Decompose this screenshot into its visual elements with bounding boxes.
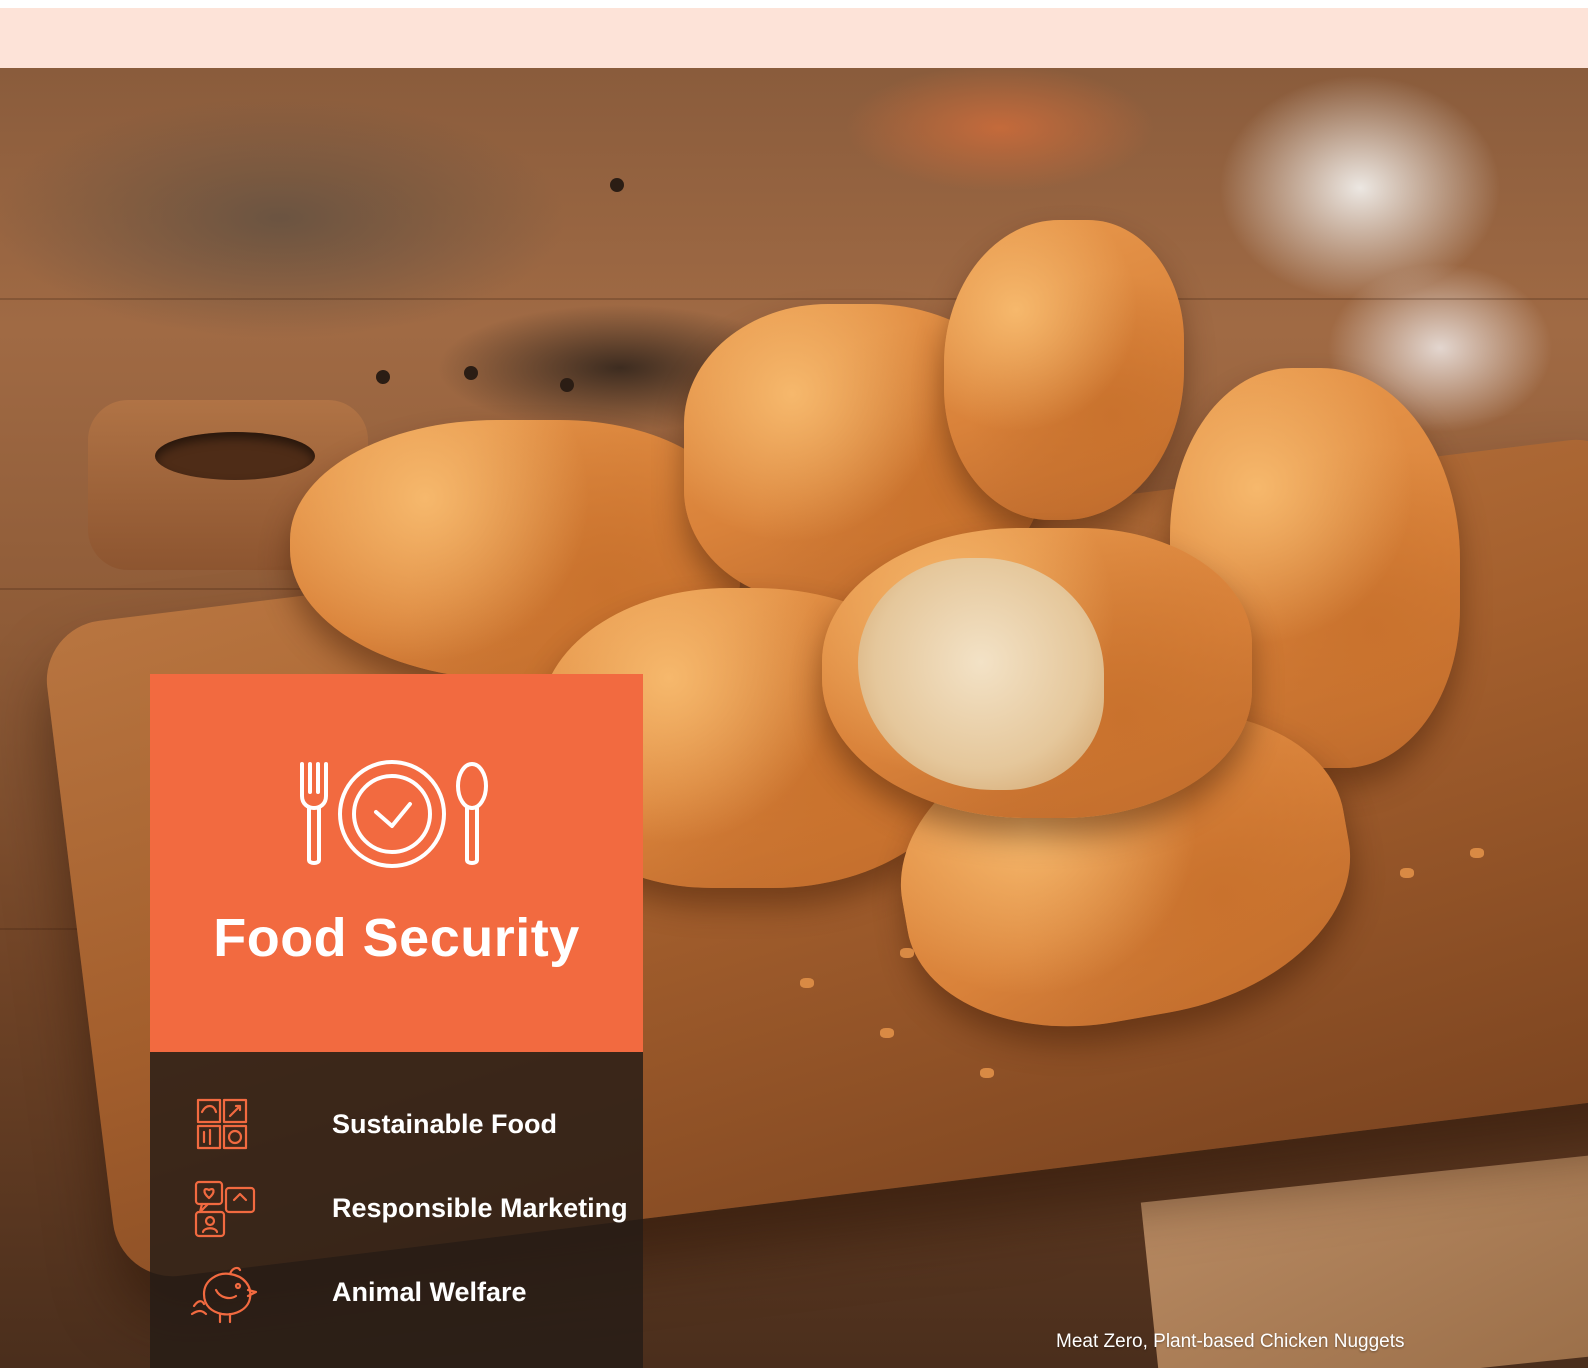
cutting-board-hole: [155, 432, 315, 480]
wood-plank-line: [0, 298, 1588, 300]
topic-label: Animal Welfare: [332, 1277, 527, 1307]
animal-welfare-icon: [190, 1266, 258, 1324]
topic-item-animal-welfare[interactable]: Animal Welfare: [190, 1260, 630, 1330]
peppercorn: [610, 178, 624, 192]
topic-list: Sustainable Food Responsible Marketing A…: [150, 1052, 643, 1368]
topic-label: Responsible Marketing: [332, 1193, 628, 1223]
peppercorn: [376, 370, 390, 384]
peppercorn: [464, 366, 478, 380]
responsible-marketing-icon: [194, 1180, 256, 1238]
crumb: [800, 978, 814, 988]
crumb: [880, 1028, 894, 1038]
header-band: [0, 8, 1588, 68]
crumb: [900, 948, 914, 958]
panel-title: Food Security: [213, 908, 580, 968]
topic-label: Sustainable Food: [332, 1109, 558, 1139]
panel-header: Food Security: [150, 674, 643, 1052]
topic-item-sustainable-food[interactable]: Sustainable Food: [190, 1092, 630, 1162]
topic-item-responsible-marketing[interactable]: Responsible Marketing: [190, 1176, 630, 1246]
fork-plate-spoon-icon: [300, 760, 488, 868]
crumb: [980, 1068, 994, 1078]
crumb: [1470, 848, 1484, 858]
photo-caption: Meat Zero, Plant-based Chicken Nuggets: [1056, 1331, 1405, 1352]
sustainable-food-icon: [196, 1098, 248, 1150]
crumb: [1400, 868, 1414, 878]
nugget: [944, 220, 1184, 520]
food-security-panel: Food Security Sustainable Food Responsib…: [150, 674, 643, 1368]
peppercorn: [560, 378, 574, 392]
